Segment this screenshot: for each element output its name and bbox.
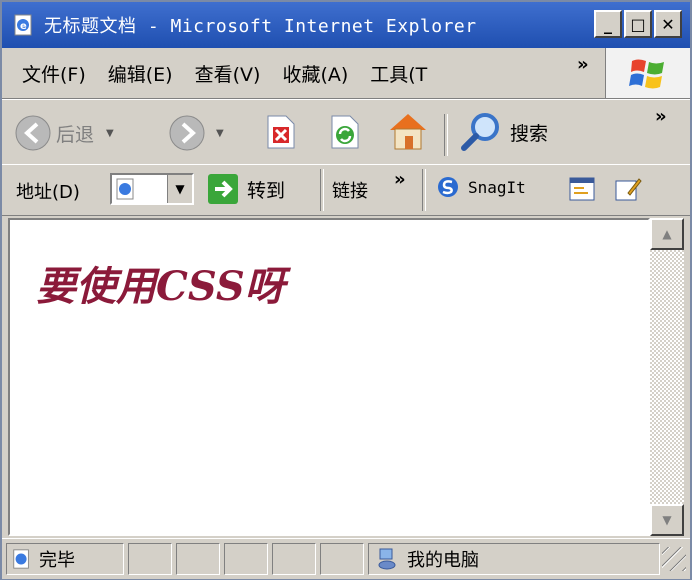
resize-grip-icon[interactable]: [662, 547, 686, 571]
links-separator: [422, 169, 426, 211]
forward-button[interactable]: ▼: [168, 114, 224, 152]
back-arrow-icon: [15, 115, 51, 151]
address-input[interactable]: ▼: [110, 173, 194, 205]
back-button[interactable]: 后退 ▼: [14, 114, 114, 152]
menu-edit[interactable]: 编辑(E): [108, 60, 173, 87]
scroll-down-icon[interactable]: ▼: [650, 504, 684, 536]
maximize-button[interactable]: □: [624, 10, 652, 38]
ie-page-icon: e: [14, 14, 32, 36]
back-label: 后退: [56, 123, 95, 146]
links-chevron-icon[interactable]: »: [394, 169, 406, 190]
standard-toolbar: 后退 ▼ ▼ 搜索 »: [2, 99, 690, 165]
menu-favorites[interactable]: 收藏(A): [282, 60, 348, 87]
minimize-icon: _: [604, 14, 612, 34]
windows-flag-icon: [629, 59, 664, 89]
go-label: 转到: [247, 179, 286, 202]
capture-edit-icon[interactable]: [614, 175, 642, 203]
close-icon: ✕: [661, 14, 675, 34]
status-pane-empty: [224, 543, 268, 575]
search-icon: [461, 113, 499, 151]
forward-dropdown-icon[interactable]: ▼: [216, 128, 224, 139]
go-button[interactable]: 转到: [207, 173, 285, 205]
title-bar[interactable]: e 无标题文档 - Microsoft Internet Explorer _ …: [2, 2, 690, 48]
refresh-icon: [331, 115, 359, 149]
search-button[interactable]: 搜索: [458, 110, 548, 154]
window-controls: _ □ ✕: [594, 10, 682, 38]
toolbar-separator: [444, 114, 448, 156]
home-icon: [390, 114, 426, 150]
browser-window: e 无标题文档 - Microsoft Internet Explorer _ …: [0, 0, 692, 580]
status-bar: 完毕 我的电脑: [2, 538, 690, 579]
status-text: 完毕: [39, 550, 75, 571]
snagit-icon: [438, 177, 458, 197]
forward-arrow-icon: [169, 115, 205, 151]
page-content: 要使用CSS呀: [8, 218, 650, 536]
vertical-scrollbar[interactable]: ▲ ▼: [650, 218, 684, 536]
windows-logo: [605, 48, 690, 98]
snagit-button[interactable]: SnagIt: [436, 175, 526, 199]
capture-window-icon[interactable]: [568, 175, 596, 203]
menu-file[interactable]: 文件(F): [22, 60, 86, 87]
status-pane: 完毕: [6, 543, 124, 575]
maximize-icon: □: [630, 14, 646, 34]
my-computer-icon: [378, 548, 396, 570]
status-pane-empty: [176, 543, 220, 575]
address-dropdown-icon[interactable]: ▼: [167, 175, 192, 203]
menu-tools[interactable]: 工具(T: [370, 60, 427, 87]
close-button[interactable]: ✕: [654, 10, 682, 38]
menu-chevron-icon[interactable]: »: [577, 54, 589, 75]
scroll-up-icon[interactable]: ▲: [650, 218, 684, 250]
menu-view[interactable]: 查看(V): [195, 60, 261, 87]
search-label: 搜索: [510, 122, 549, 145]
menu-bar: 文件(F) 编辑(E) 查看(V) 收藏(A) 工具(T »: [2, 48, 690, 99]
stop-button[interactable]: [264, 114, 298, 150]
status-pane-empty: [272, 543, 316, 575]
snagit-label: SnagIt: [468, 177, 526, 197]
minimize-button[interactable]: _: [594, 10, 622, 38]
go-arrow-icon: [208, 174, 238, 204]
home-button[interactable]: [386, 110, 430, 152]
svg-text:e: e: [20, 21, 27, 32]
page-heading: 要使用CSS呀: [36, 263, 285, 310]
address-bar: 地址(D) ▼ 转到 链接 » SnagIt: [2, 164, 690, 216]
window-title: 无标题文档 - Microsoft Internet Explorer: [44, 16, 477, 37]
page-icon: [116, 178, 134, 200]
zone-pane: 我的电脑: [368, 543, 660, 575]
address-separator: [320, 169, 324, 211]
ie-status-icon: [13, 549, 29, 569]
status-pane-empty: [128, 543, 172, 575]
refresh-button[interactable]: [328, 114, 362, 150]
address-label: 地址(D): [16, 182, 80, 203]
toolbar-chevron-icon[interactable]: »: [655, 106, 667, 127]
snagit-tools: [568, 175, 642, 203]
zone-text: 我的电脑: [407, 550, 479, 571]
back-dropdown-icon[interactable]: ▼: [106, 128, 114, 139]
status-pane-empty: [320, 543, 364, 575]
stop-icon: [267, 115, 295, 149]
links-label[interactable]: 链接: [332, 177, 368, 203]
